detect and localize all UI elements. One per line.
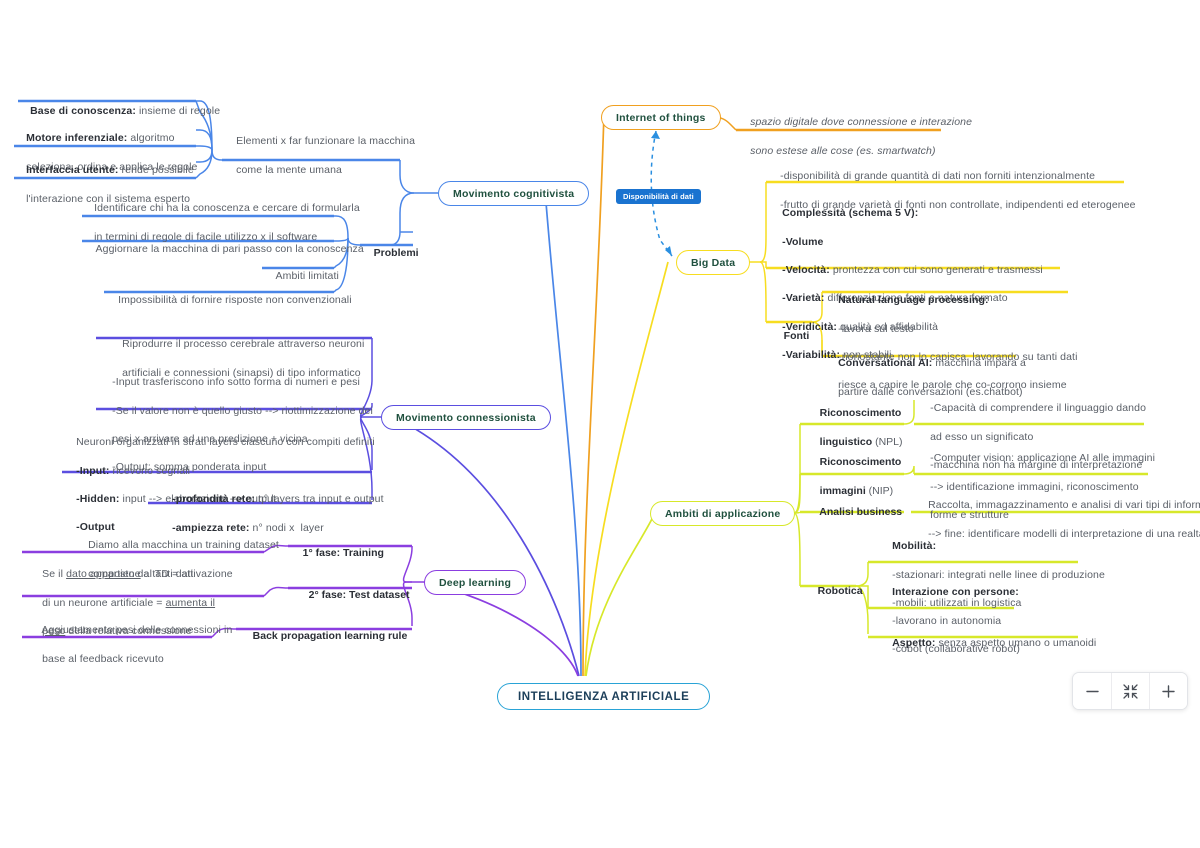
leaf-bold: Mobilità: xyxy=(892,540,937,553)
leaf-line: Diamo alla macchina un training dataset xyxy=(88,539,279,552)
node-deep-learning[interactable]: Deep learning xyxy=(424,570,527,595)
node-internet-of-things-label: Internet of things xyxy=(616,111,706,124)
leaf-bold: -Velocità: xyxy=(782,264,830,277)
node-fase-2-test-dataset-label: 2° fase: Test dataset xyxy=(308,589,410,602)
zoom-in-button[interactable] xyxy=(1149,673,1187,709)
tag-disponibilita-di-dati[interactable]: Disponibilità di dati xyxy=(616,189,701,204)
leaf-line: base al feedback ricevuto xyxy=(42,652,164,665)
leaf-rest: macchina impara a xyxy=(932,357,1026,370)
leaf-bold: -profondità rete: xyxy=(172,493,255,506)
node-movimento-cognitivista[interactable]: Movimento cognitivista xyxy=(438,181,590,206)
mindmap-canvas[interactable]: INTELLIGENZA ARTIFICIALE Movimento cogni… xyxy=(0,0,1200,848)
leaf-bold: -Input: xyxy=(76,464,110,477)
leaf-rest: di un neurone artificiale = xyxy=(42,596,166,609)
leaf-elementi-macchina[interactable]: Elementi x far funzionare la macchina co… xyxy=(224,120,415,193)
node-fonti[interactable]: Fonti xyxy=(772,315,810,358)
leaf-line: -Capacità di comprendere il linguaggio d… xyxy=(930,402,1147,415)
node-deep-learning-label: Deep learning xyxy=(439,576,512,589)
node-fase-2-test-dataset[interactable]: 2° fase: Test dataset xyxy=(297,574,410,617)
leaf-bold: Interazione con persone: xyxy=(892,586,1019,599)
zoom-out-button[interactable] xyxy=(1073,673,1111,709)
leaf-line: Impossibilità di fornire risposte non co… xyxy=(118,294,352,307)
zoom-controls[interactable] xyxy=(1072,672,1188,710)
leaf-line: Identificare chi ha la conoscenza e cerc… xyxy=(94,202,360,215)
leaf-line: -Input trasferiscono info sotto forma di… xyxy=(112,376,360,389)
leaf-bold: Base di conoscenza: xyxy=(30,105,136,118)
minus-icon xyxy=(1085,690,1099,692)
leaf-bold: Complessità (schema 5 V): xyxy=(782,207,919,220)
node-label-line: Robotica xyxy=(817,585,863,598)
leaf-line: Aggiustamento pesi delle connessioni in xyxy=(41,624,233,637)
leaf-rest: insieme di regole xyxy=(135,105,221,118)
node-fonti-label: Fonti xyxy=(783,330,810,343)
leaf-line: Neuroni organizzati in strati layers cia… xyxy=(76,436,375,449)
node-robotica[interactable]: Robotica xyxy=(806,570,863,613)
plus-icon xyxy=(1162,684,1175,698)
root-node-label: INTELLIGENZA ARTIFICIALE xyxy=(518,690,690,703)
fit-screen-icon xyxy=(1123,683,1138,699)
leaf-line: -Se il valore non è quello giusto --> ri… xyxy=(112,404,373,417)
tag-disponibilita-di-dati-label: Disponibilità di dati xyxy=(623,192,694,201)
node-back-propagation-learning-rule[interactable]: Back propagation learning rule xyxy=(241,615,408,658)
leaf-robotica-aspetto[interactable]: Aspetto: senza aspetto umano o umanoidi xyxy=(880,622,1096,667)
node-fase-1-training-label: 1° fase: Training xyxy=(302,547,384,560)
node-fase-1-training[interactable]: 1° fase: Training xyxy=(291,532,384,575)
leaf-line: Riprodurre il processo cerebrale attrave… xyxy=(122,338,365,351)
node-ambiti-di-applicazione-label: Ambiti di applicazione xyxy=(665,507,781,520)
leaf-line: -disponibilità di grande quantità di dat… xyxy=(780,170,1096,183)
leaf-rest: n° layers tra input e output xyxy=(254,493,384,506)
node-big-data-label: Big Data xyxy=(691,256,736,269)
leaf-bold: -Varietà: xyxy=(782,292,825,305)
fit-to-screen-button[interactable] xyxy=(1111,673,1149,709)
leaf-line: spazio digitale dove connessione e inter… xyxy=(750,116,973,129)
leaf-underlined: dato appartiene xyxy=(66,568,141,581)
leaf-bold: Conversational AI: xyxy=(838,357,933,370)
leaf-line: Elementi x far funzionare la macchina xyxy=(236,135,416,148)
leaf-rest: al TD = attivazione xyxy=(140,568,233,581)
leaf-back-propagation-detail[interactable]: Aggiustamento pesi delle connessioni in … xyxy=(30,609,233,682)
leaf-bold: Motore inferenziale: xyxy=(26,132,128,145)
leaf-line: come la mente umana xyxy=(236,163,342,176)
leaf-rest: prontezza con cui sono generati e trasme… xyxy=(829,264,1043,277)
leaf-rest: algoritmo xyxy=(127,132,175,145)
node-back-propagation-label: Back propagation learning rule xyxy=(252,630,408,643)
leaf-line: -lavora sul testo xyxy=(838,322,914,335)
leaf-rest: ricevono segnali xyxy=(109,464,191,477)
leaf-line: Aggiornare la macchina di pari passo con… xyxy=(95,243,364,256)
leaf-bold: Interfaccia utente: xyxy=(26,164,119,177)
leaf-rest: senza aspetto umano o umanoidi xyxy=(935,637,1097,650)
leaf-bold: Natural language processing: xyxy=(838,294,989,307)
node-movimento-connessionista-label: Movimento connessionista xyxy=(396,411,536,424)
leaf-rest: rende possibile xyxy=(118,164,194,177)
leaf-rest: Se il xyxy=(42,568,67,581)
node-label-line: Analisi business xyxy=(819,506,903,519)
root-node-intelligenza-artificiale[interactable]: INTELLIGENZA ARTIFICIALE xyxy=(497,683,711,710)
leaf-line: Raccolta, immagazzinamento e analisi di … xyxy=(928,499,1200,512)
node-problemi[interactable]: Problemi xyxy=(362,232,419,275)
node-movimento-connessionista[interactable]: Movimento connessionista xyxy=(381,405,551,430)
node-ambiti-di-applicazione[interactable]: Ambiti di applicazione xyxy=(650,501,796,526)
node-internet-of-things[interactable]: Internet of things xyxy=(601,105,721,130)
leaf-bold: Aspetto: xyxy=(892,637,936,650)
node-movimento-cognitivista-label: Movimento cognitivista xyxy=(453,187,575,200)
leaf-bold: -Hidden: xyxy=(76,493,120,506)
node-big-data[interactable]: Big Data xyxy=(676,250,751,275)
leaf-bold: -Volume xyxy=(782,235,824,248)
node-problemi-label: Problemi xyxy=(373,247,419,260)
node-label-line: Riconoscimento xyxy=(819,456,902,469)
leaf-underlined: aumenta il xyxy=(165,596,216,609)
leaf-line: -Computer vision: applicazione AI alle i… xyxy=(930,452,1156,465)
node-label-line: Riconoscimento xyxy=(819,407,902,420)
leaf-problemi-impossibilita[interactable]: Impossibilità di fornire risposte non co… xyxy=(106,279,352,324)
